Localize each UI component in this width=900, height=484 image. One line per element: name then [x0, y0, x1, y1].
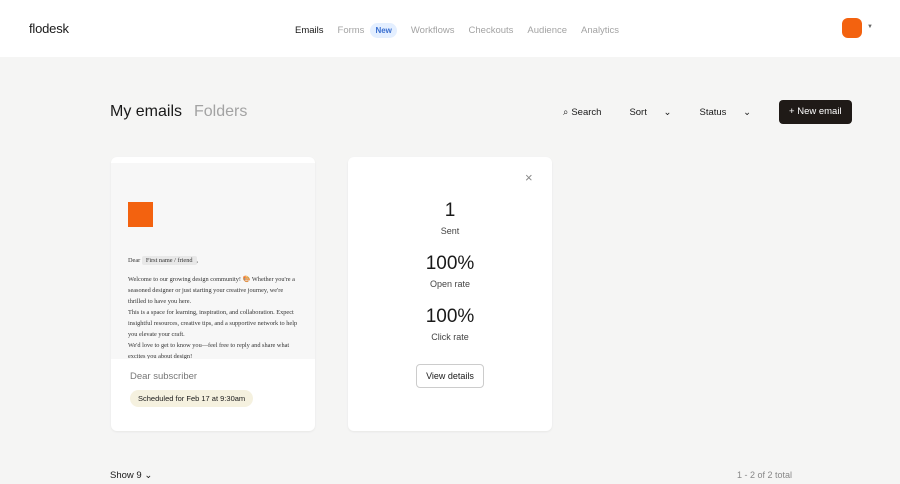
email-card[interactable]: Dear First name / friend, Welcome to our… [111, 157, 315, 431]
new-badge: New [370, 23, 397, 38]
pagination-total: 1 - 2 of 2 total [737, 470, 793, 480]
nav-workflows[interactable]: Workflows [411, 25, 455, 36]
search-button[interactable]: ⌕ Search [563, 107, 615, 118]
main-nav: Emails Forms New Workflows Checkouts Aud… [295, 23, 633, 38]
comma: , [196, 257, 199, 264]
chevron-down-icon: ⌄ [743, 106, 752, 118]
nav-analytics[interactable]: Analytics [581, 25, 619, 36]
brand-logo [128, 202, 153, 227]
nav-emails[interactable]: Emails [295, 25, 324, 36]
nav-audience[interactable]: Audience [527, 25, 567, 36]
greeting: Dear [128, 257, 141, 264]
sent-count: 1 [444, 200, 456, 221]
top-bar: flodesk Emails Forms New Workflows Check… [0, 0, 900, 57]
logo[interactable]: flodesk [29, 21, 69, 36]
nav-checkouts[interactable]: Checkouts [469, 25, 514, 36]
page-title[interactable]: My emails [110, 103, 182, 121]
search-icon: ⌕ [563, 106, 569, 118]
sort-button[interactable]: Sort ⌄ [629, 107, 685, 118]
close-icon[interactable]: × [525, 170, 533, 185]
click-rate: 100% [425, 306, 475, 327]
status-button[interactable]: Status ⌄ [699, 107, 765, 118]
folders-tab[interactable]: Folders [194, 103, 247, 121]
sent-label: Sent [440, 226, 460, 236]
email-subject: Dear subscriber [130, 371, 198, 382]
new-email-button[interactable]: + New email [779, 100, 852, 124]
body-p1: Welcome to our growing design community!… [128, 276, 295, 305]
email-preview: Dear First name / friend, Welcome to our… [111, 163, 315, 359]
body-p3: We'd love to get to know you—feel free t… [128, 342, 290, 359]
merge-tag: First name / friend [141, 256, 197, 265]
caret-down-icon[interactable]: ▼ [867, 24, 873, 30]
status-badge: Scheduled for Feb 17 at 9:30am [130, 390, 254, 407]
open-rate: 100% [425, 253, 475, 274]
body-p2: This is a space for learning, inspiratio… [128, 309, 298, 338]
stats-card: × 1 Sent 100% Open rate 100% Click rate Vie… [348, 157, 552, 431]
click-rate-label: Click rate [431, 332, 469, 342]
chevron-down-icon: ⌄ [663, 106, 672, 118]
avatar[interactable] [842, 18, 862, 38]
view-details-button[interactable]: View details [416, 364, 484, 388]
nav-forms[interactable]: Forms [338, 25, 365, 36]
toolbar: ⌕ Search Sort ⌄ Status ⌄ + New email [563, 100, 852, 124]
page-size-select[interactable]: Show 9 ⌄ [110, 470, 152, 481]
open-rate-label: Open rate [429, 279, 471, 289]
